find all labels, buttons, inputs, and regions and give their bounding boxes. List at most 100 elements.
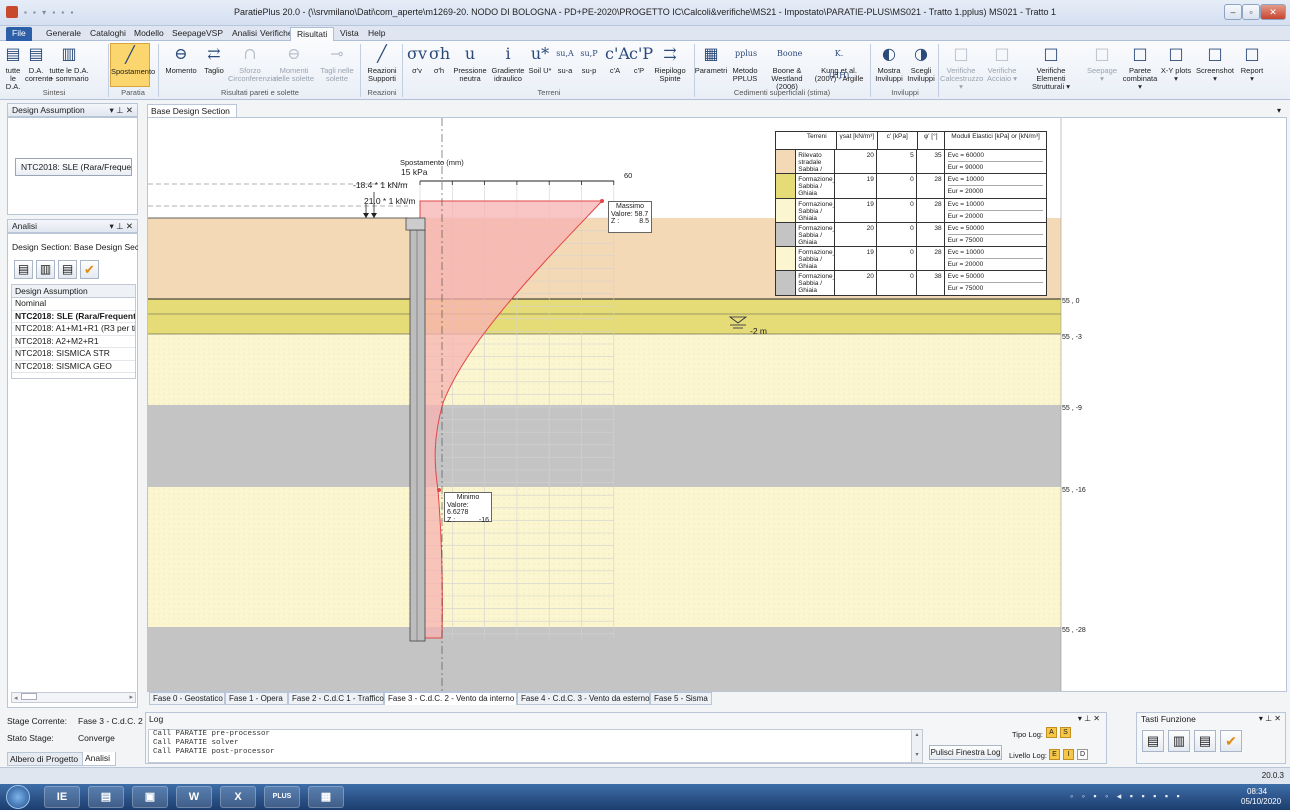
ribbon-button-taglio[interactable]: ⇄ Taglio: [200, 43, 228, 87]
ribbon-button-pressione-neutra[interactable]: u Pressione neutra: [452, 43, 488, 87]
ribbon-button-gradiente-idraulico[interactable]: i Gradiente idraulico: [490, 43, 526, 87]
ribbon-button-soil-u[interactable]: u* Soil U*: [528, 43, 552, 87]
tab-file[interactable]: File: [6, 27, 32, 41]
ribbon-button-tutte-le-d-a-sommario[interactable]: ▥ tutte le D.A. + sommario: [48, 43, 90, 87]
start-button[interactable]: [6, 785, 30, 809]
phase-tab-1[interactable]: Fase 1 - Opera: [225, 692, 288, 705]
close-button[interactable]: ✕: [1260, 4, 1286, 20]
bottom-tab-albero[interactable]: Albero di Progetto: [7, 752, 83, 766]
ribbon-button-spostamento[interactable]: ╱ Spostamento: [110, 43, 155, 87]
ribbon-button-v[interactable]: σv σ'v: [406, 43, 428, 87]
check-button[interactable]: ✔: [80, 260, 99, 279]
phase-tab-0[interactable]: Fase 0 - Geostatico: [149, 692, 225, 705]
tab-generale[interactable]: Generale: [40, 27, 87, 41]
ribbon-button-parete-combinata[interactable]: □ Parete combinata ▾: [1122, 43, 1158, 91]
log-pin-icon[interactable]: ▾ ⊥ ✕: [1078, 714, 1100, 723]
ribbon-button-c-a[interactable]: c'A c'A: [604, 43, 630, 87]
ribbon-button-scegli-inviluppi[interactable]: ◑ Scegli Inviluppi: [906, 43, 936, 87]
ribbon-button-metodo-pplus[interactable]: pplus Metodo PPLUS: [728, 43, 762, 87]
pin-icon[interactable]: ▾ ⊥ ✕: [109, 104, 133, 116]
ribbon-button-x-y-plots[interactable]: □ X-Y plots ▾: [1160, 43, 1192, 87]
fn-check-button[interactable]: ✔: [1220, 730, 1242, 752]
list-item[interactable]: Nominal: [12, 298, 135, 311]
fn-run-all-button[interactable]: ▥: [1168, 730, 1190, 752]
stato-stage-value: Converge: [78, 733, 115, 743]
soil-cell-g: 19: [835, 198, 877, 222]
ribbon-button-reazioni-supporti[interactable]: ╱ Reazioni Supporti: [365, 43, 399, 87]
ribbon-button-sforzo-circonferenziale[interactable]: ∩ Sforzo Circonferenziale: [228, 43, 282, 87]
list-item[interactable]: NTC2018: SISMICA GEO: [12, 361, 135, 373]
ribbon-button-parametri[interactable]: ▦ Parametri: [694, 43, 728, 87]
tipo-log-a[interactable]: A: [1046, 727, 1057, 738]
run-summary-button[interactable]: ▤: [58, 260, 77, 279]
ribbon-button-tutte-le-d-a[interactable]: ▤ tutte le D.A.: [2, 43, 24, 91]
tab-risultati[interactable]: Risultati: [290, 27, 335, 41]
bottom-tab-analisi[interactable]: Analisi: [82, 752, 116, 766]
tab-modello[interactable]: Modello: [128, 27, 170, 41]
ribbon-button-kung-et-al-2007-argille[interactable]: K.(HH) Kung et al. (2007) - Argille: [810, 43, 868, 87]
log-scrollbar[interactable]: ▴ ▾: [911, 730, 922, 762]
taskbar-app-paratie-plus[interactable]: PLUS: [264, 786, 300, 808]
ribbon-button-h[interactable]: σh σ'h: [428, 43, 450, 87]
ribbon-button-seepage[interactable]: □ Seepage ▾: [1085, 43, 1119, 87]
design-assumption-select[interactable]: NTC2018: SLE (Rara/Freque ▾: [15, 158, 132, 176]
list-item[interactable]: NTC2018: A2+M2+R1: [12, 336, 135, 348]
livello-log-d[interactable]: D: [1077, 749, 1088, 760]
ribbon-label: Momento: [165, 66, 197, 75]
ribbon-button-verifiche-calcestruzzo[interactable]: □ Verifiche Calcestruzzo ▾: [940, 43, 983, 91]
taskbar-app-word[interactable]: W: [176, 786, 212, 808]
fn-run-button[interactable]: ▤: [1142, 730, 1164, 752]
list-item[interactable]: NTC2018: SLE (Rara/Frequente: [12, 311, 135, 323]
tray-icons[interactable]: ◦ ◦ ▪ ◦ ◂ ▪ ▪ ▪ ▪ ▪: [1070, 791, 1183, 802]
ribbon-button-d-a-corrente[interactable]: ▤ D.A. corrente: [25, 43, 53, 87]
taskbar-app-other[interactable]: ▦: [308, 786, 344, 808]
run-all-button[interactable]: ▥: [36, 260, 55, 279]
pin-icon[interactable]: ▾ ⊥ ✕: [109, 220, 133, 232]
list-header: Design Assumption: [12, 285, 135, 298]
run-analysis-button[interactable]: ▤: [14, 260, 33, 279]
taskbar-app-files[interactable]: ▣: [132, 786, 168, 808]
soil-cell-name: Rilevato stradale Sabbia / Ghiaia: [796, 150, 836, 174]
ribbon-button-screenshot[interactable]: □ Screenshot ▾: [1194, 43, 1236, 87]
minimize-button[interactable]: –: [1224, 4, 1242, 20]
tab-help[interactable]: Help: [362, 27, 391, 41]
ribbon-button-verifiche-acciaio[interactable]: □ Verifiche Acciaio ▾: [984, 43, 1020, 87]
tasti-pin-icon[interactable]: ▾ ⊥ ✕: [1259, 714, 1281, 723]
bottom-tab-albero-label: Albero di Progetto: [10, 754, 79, 764]
ribbon-button-c-p[interactable]: c'P c'P: [628, 43, 653, 87]
livello-log-e[interactable]: E: [1049, 749, 1060, 760]
fn-summary-button[interactable]: ▤: [1194, 730, 1216, 752]
list-item[interactable]: NTC2018: SISMICA STR: [12, 348, 135, 361]
tab-cataloghi[interactable]: Cataloghi: [84, 27, 132, 41]
ribbon-button-momenti-nelle-solette[interactable]: ⊖ Momenti nelle solette: [272, 43, 316, 87]
horizontal-scrollbar[interactable]: ◂ ▸: [11, 692, 136, 703]
phase-tab-4[interactable]: Fase 4 - C.d.C. 3 - Vento da esterno: [517, 692, 650, 705]
tipo-log-s[interactable]: S: [1060, 727, 1071, 738]
ribbon-icon-parete-combinata-icon: □: [1132, 44, 1148, 63]
document-menu-icon[interactable]: ▾: [1277, 106, 1281, 115]
phase-tab-5[interactable]: Fase 5 - Sisma: [650, 692, 712, 705]
phase-tab-3[interactable]: Fase 3 - C.d.C. 2 - Vento da interno: [384, 692, 517, 705]
phase-tab-2[interactable]: Fase 2 - C.d.C 1 - Traffico: [288, 692, 384, 705]
ribbon-button-riepilogo-spinte[interactable]: ⇉ Riepilogo Spinte: [650, 43, 690, 87]
ribbon-button-mostra-inviluppi[interactable]: ◐ Mostra Inviluppi: [874, 43, 904, 87]
maximize-button[interactable]: ▫: [1242, 4, 1260, 20]
list-item[interactable]: NTC2018: A1+M1+R1 (R3 per ti: [12, 323, 135, 336]
ribbon-button-boone-westland-2006[interactable]: Boone Boone & Westland (2006): [766, 43, 808, 91]
livello-log-i[interactable]: I: [1063, 749, 1074, 760]
ribbon-button-su-p[interactable]: su,P su-p: [578, 43, 600, 87]
clear-log-button[interactable]: Pulisci Finestra Log: [929, 745, 1002, 760]
taskbar-app-excel[interactable]: X: [220, 786, 256, 808]
tab-vista[interactable]: Vista: [334, 27, 365, 41]
tab-vsp[interactable]: VSP: [200, 27, 229, 41]
ribbon-button-report[interactable]: □ Report ▾: [1238, 43, 1266, 87]
taskbar-app-explorer[interactable]: ▤: [88, 786, 124, 808]
ribbon-button-momento[interactable]: ⊖ Momento: [162, 43, 200, 87]
ribbon-button-su-a[interactable]: su,A su-a: [554, 43, 576, 87]
load-label-2: 21.0 * 1 kN/m: [364, 196, 416, 206]
taskbar-app-ie[interactable]: IE: [44, 786, 80, 808]
ribbon-button-tagli-nelle-solette[interactable]: ⊸ Tagli nelle solette: [320, 43, 354, 87]
ribbon-button-verifiche-elementi-strutturali[interactable]: □ Verifiche Elementi Strutturali ▾: [1022, 43, 1080, 91]
drawing-canvas[interactable]: Spostamento (mm) 60 15 kPa -18.4 * 1 kN/…: [147, 117, 1287, 692]
document-tab[interactable]: Base Design Section ✕: [147, 104, 237, 128]
